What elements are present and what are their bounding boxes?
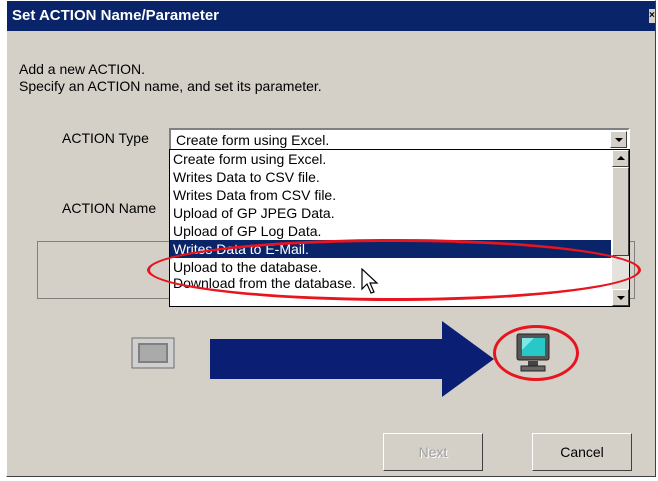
chevron-down-icon (615, 138, 623, 142)
flow-arrow-icon (210, 321, 494, 397)
scroll-up-button[interactable] (612, 150, 629, 167)
dropdown-item[interactable]: Writes Data to CSV file. (170, 168, 611, 186)
dropdown-item[interactable]: Upload of GP JPEG Data. (170, 204, 611, 222)
intro-text: Add a new ACTION. Specify an ACTION name… (19, 61, 322, 95)
next-button[interactable]: Next (383, 433, 483, 471)
intro-line-2: Specify an ACTION name, and set its para… (19, 78, 322, 94)
dialog-title: Set ACTION Name/Parameter (12, 7, 220, 24)
mouse-cursor-icon (361, 268, 379, 294)
title-bar: Set ACTION Name/Parameter × (7, 1, 655, 31)
close-button[interactable]: × (649, 9, 655, 23)
action-type-value: Create form using Excel. (176, 132, 330, 148)
intro-line-1: Add a new ACTION. (19, 61, 146, 77)
cancel-button[interactable]: Cancel (532, 433, 632, 471)
combobox-dropdown-button[interactable] (610, 131, 627, 148)
scroll-down-button[interactable] (612, 289, 629, 306)
dropdown-item[interactable]: Create form using Excel. (170, 150, 611, 168)
dropdown-item[interactable]: Writes Data from CSV file. (170, 186, 611, 204)
action-name-label: ACTION Name (62, 200, 157, 216)
scroll-thumb[interactable] (612, 167, 629, 256)
chevron-down-icon (617, 296, 625, 300)
action-type-label: ACTION Type (62, 130, 149, 146)
set-action-dialog: Set ACTION Name/Parameter × Add a new AC… (6, 0, 656, 477)
action-type-combobox[interactable]: Create form using Excel. (169, 128, 630, 151)
highlight-annotation (147, 239, 641, 301)
highlight-annotation-pc (493, 325, 579, 381)
chevron-up-icon (617, 156, 625, 160)
dropdown-item[interactable]: Upload of GP Log Data. (170, 222, 611, 240)
gp-device-icon (131, 337, 175, 369)
